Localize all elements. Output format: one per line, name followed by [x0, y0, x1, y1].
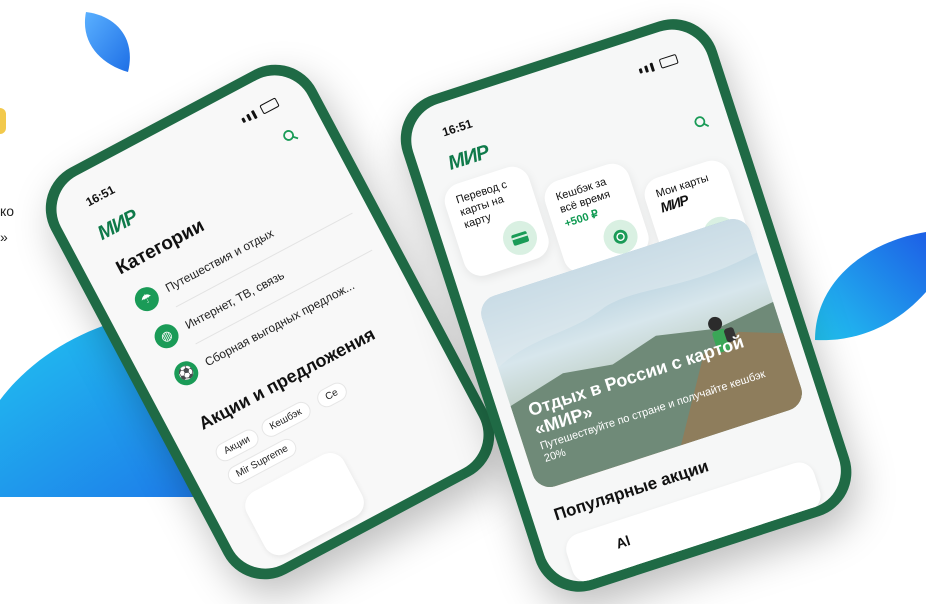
signal-bar: [643, 64, 649, 73]
signal-bar: [649, 61, 655, 72]
blue-leaf-top-decoration: [84, 12, 130, 72]
phone-right: 16:51 МИР Перевод с карты на карту Кешбэ…: [388, 7, 864, 604]
cutoff-text-line2: »: [0, 229, 8, 245]
status-icons: [638, 53, 679, 76]
cutoff-text-line1: ко: [0, 203, 15, 219]
umbrella-icon: ☂: [130, 282, 164, 316]
popular-promo-item-label: Al: [613, 532, 633, 552]
mir-logo: МИР: [445, 141, 492, 175]
signal-icon: [240, 116, 246, 123]
globe-icon: ◍: [150, 319, 183, 353]
signal-bar: [245, 113, 252, 121]
signal-icon: [638, 67, 643, 74]
status-time: 16:51: [440, 116, 475, 140]
search-icon[interactable]: [280, 126, 299, 145]
chip-cashback[interactable]: Кешбэк: [258, 398, 314, 441]
status-time: 16:51: [83, 182, 118, 210]
chip-other[interactable]: Се: [313, 379, 350, 411]
battery-icon: [259, 97, 280, 115]
card-transfer-icon: [498, 216, 542, 260]
battery-icon: [658, 53, 679, 69]
status-icons: [240, 97, 280, 125]
tile-label: Мои карты: [654, 172, 711, 201]
tile-card-transfer[interactable]: Перевод с карты на карту: [440, 162, 554, 281]
phone-right-screen: 16:51 МИР Перевод с карты на карту Кешбэ…: [401, 19, 851, 592]
football-icon: ⚽: [170, 357, 203, 390]
search-icon[interactable]: [692, 113, 710, 131]
yellow-dot-decoration: [0, 108, 6, 134]
signal-bar: [250, 109, 258, 119]
mir-logo: МИР: [94, 205, 141, 245]
blue-leaf-right-decoration: [815, 232, 926, 341]
